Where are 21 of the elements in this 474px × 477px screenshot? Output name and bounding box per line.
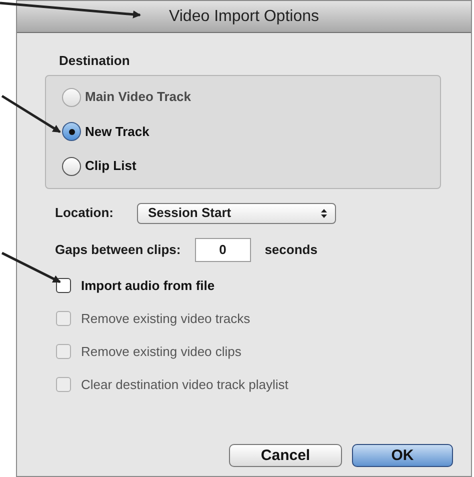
group-label: Destination [59,52,130,70]
checkbox-label: Import audio from file [81,276,215,295]
unit-label: seconds [264,240,318,259]
radio-button[interactable] [62,122,81,141]
radio-button[interactable] [62,156,81,176]
checkbox-label: Remove existing video tracks [81,310,250,328]
ok-button[interactable]: OK [352,444,453,466]
radio-label: Clip List [85,157,136,176]
checkbox[interactable] [56,278,71,293]
cancel-button[interactable]: Cancel [229,444,342,466]
location-label: Location: [55,204,114,222]
radio-label: Main Video Track [85,88,191,106]
gaps-label: Gaps between clips: [55,240,181,259]
radio-label: New Track [85,122,150,141]
up-down-chevron-icon [321,208,327,218]
gaps-input[interactable]: 0 [194,238,251,262]
location-dropdown[interactable]: Session Start [137,202,336,224]
checkbox-label: Clear destination video track playlist [81,376,288,394]
checkbox-label: Remove existing video clips [81,342,242,361]
annotation-arrow [1,94,61,134]
window-title: Video Import Options [168,6,319,26]
